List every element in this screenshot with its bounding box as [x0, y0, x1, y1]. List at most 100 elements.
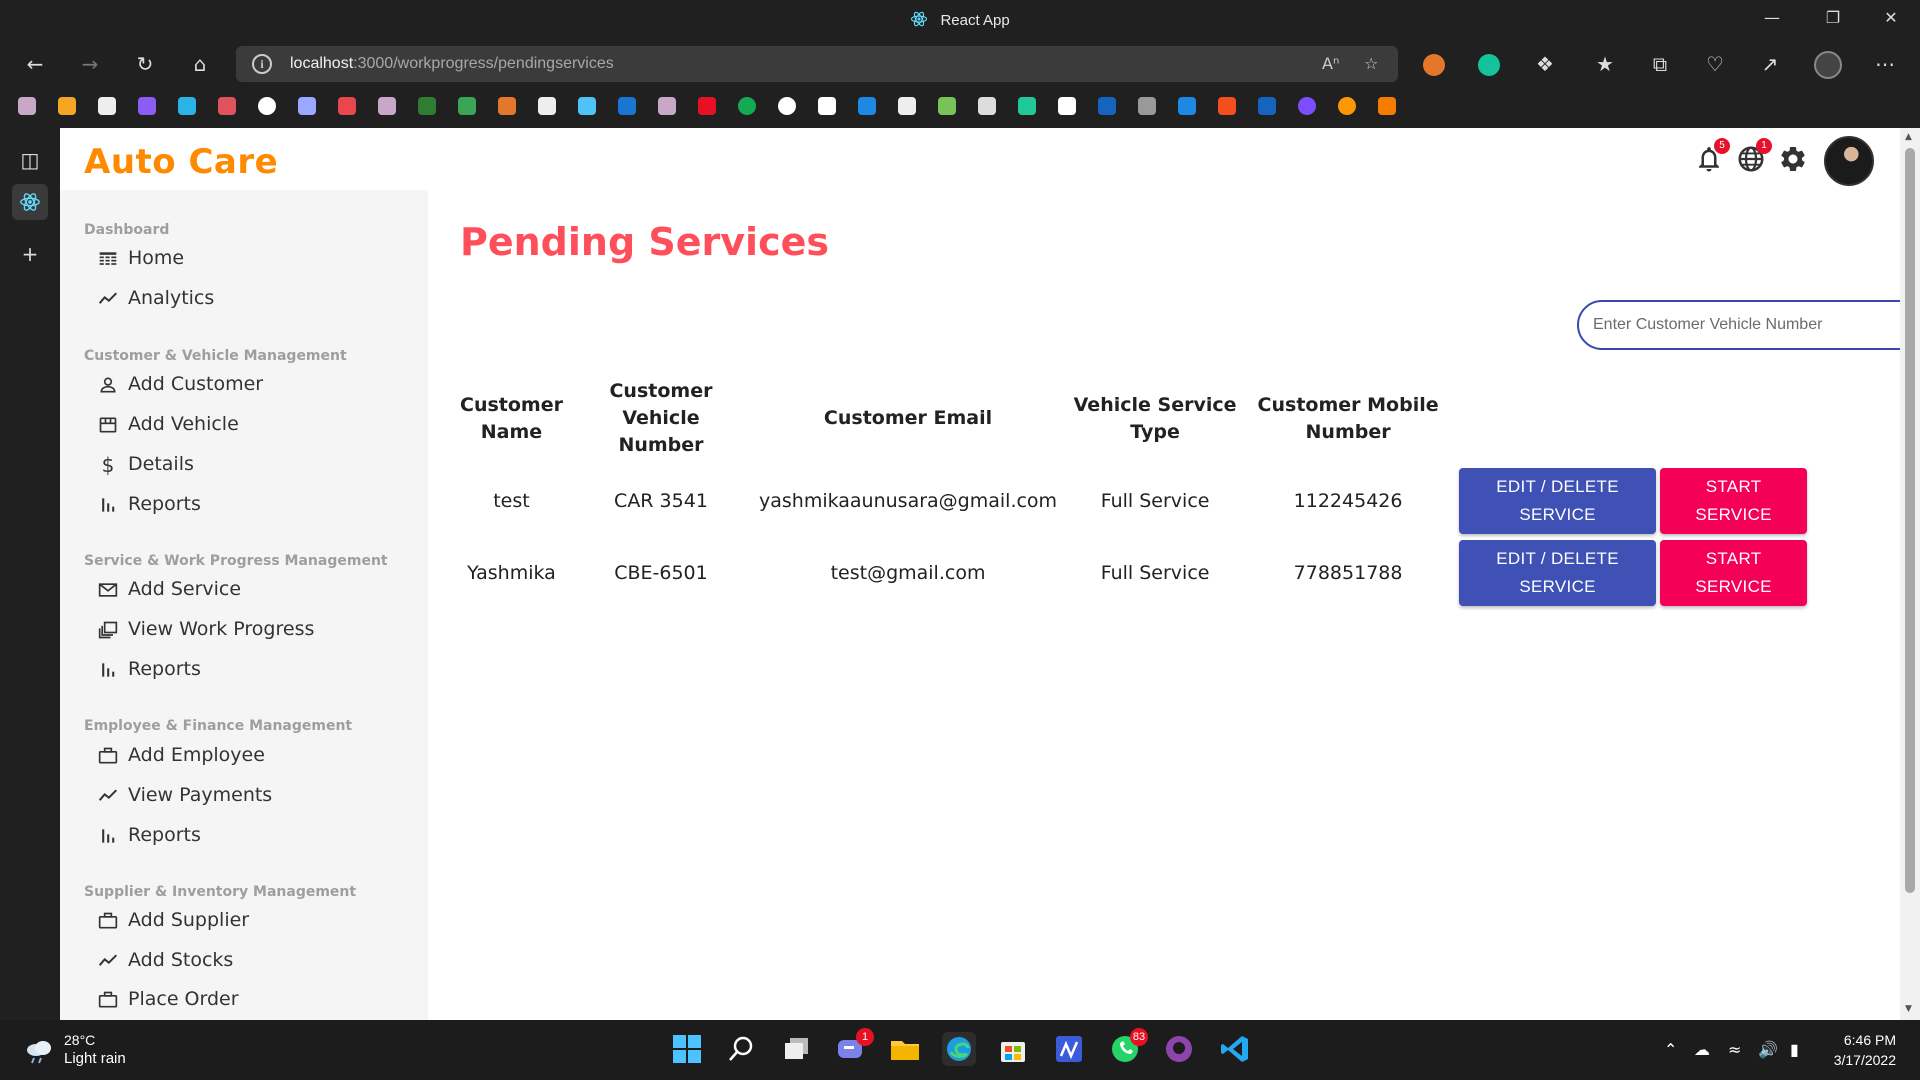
- page-scrollbar[interactable]: ▲ ▼: [1900, 128, 1920, 1020]
- cell-mobile-number: 112245426: [1293, 490, 1403, 512]
- wifi-icon[interactable]: ≈: [1728, 1040, 1741, 1059]
- volume-icon[interactable]: 🔊: [1758, 1040, 1778, 1059]
- microsoft-store-button[interactable]: [996, 1032, 1030, 1066]
- favorite-10-icon[interactable]: [378, 97, 396, 115]
- favorite-34-icon[interactable]: [1338, 97, 1356, 115]
- read-aloud-icon[interactable]: Aⁿ: [1322, 54, 1339, 73]
- onedrive-cloud-icon[interactable]: ☁: [1694, 1040, 1710, 1059]
- more-menu-icon[interactable]: ⋯: [1870, 50, 1900, 78]
- vscode-button[interactable]: [1218, 1032, 1252, 1066]
- task-view-button[interactable]: [780, 1032, 814, 1066]
- favorite-28-icon[interactable]: [1098, 97, 1116, 115]
- start-button[interactable]: [670, 1032, 704, 1066]
- figma-favorite-icon[interactable]: [1218, 97, 1236, 115]
- scroll-up-arrow-icon[interactable]: ▲: [1905, 132, 1912, 142]
- github-desktop-button[interactable]: [1162, 1032, 1196, 1066]
- favorite-17-icon[interactable]: [658, 97, 676, 115]
- favorite-23-icon[interactable]: [898, 97, 916, 115]
- col-header-line: Customer Mobile: [1257, 393, 1439, 416]
- battery-icon[interactable]: ▮: [1790, 1040, 1799, 1059]
- url-text[interactable]: localhost:3000/workprogress/pendingservi…: [290, 55, 614, 73]
- favorite-3-icon[interactable]: [98, 97, 116, 115]
- search-button[interactable]: [724, 1032, 758, 1066]
- edit-delete-service-button[interactable]: EDIT / DELETE SERVICE: [1459, 468, 1657, 534]
- forward-button[interactable]: →: [75, 50, 105, 78]
- favorite-25-icon[interactable]: [978, 97, 996, 115]
- edge-button[interactable]: [942, 1032, 976, 1066]
- refresh-button[interactable]: ↻: [130, 50, 160, 78]
- share-icon[interactable]: ↗: [1755, 50, 1785, 78]
- system-clock[interactable]: 6:46 PM 3/17/2022: [1834, 1030, 1896, 1070]
- favorite-29-icon[interactable]: [1138, 97, 1156, 115]
- home-button[interactable]: ⌂: [185, 50, 215, 78]
- android-favorite-icon[interactable]: [938, 97, 956, 115]
- address-bar[interactable]: i localhost:3000/workprogress/pendingser…: [236, 46, 1398, 82]
- close-window-button[interactable]: ✕: [1868, 8, 1914, 32]
- github-favorite-icon[interactable]: [778, 97, 796, 115]
- favorite-27-icon[interactable]: [1058, 97, 1076, 115]
- favorite-7-icon[interactable]: [258, 97, 276, 115]
- favorite-4-icon[interactable]: [138, 97, 156, 115]
- favorite-35-icon[interactable]: [1378, 97, 1396, 115]
- favorite-18-icon[interactable]: [698, 97, 716, 115]
- site-info-icon[interactable]: i: [252, 54, 272, 74]
- favorite-5-icon[interactable]: [178, 97, 196, 115]
- notifications-button[interactable]: 5: [1694, 138, 1730, 176]
- favorite-6-icon[interactable]: [218, 97, 236, 115]
- windows-logo-icon: [673, 1035, 701, 1063]
- brand-logo[interactable]: Auto Care: [84, 142, 278, 182]
- settings-button[interactable]: [1778, 144, 1810, 176]
- language-button[interactable]: 1: [1736, 138, 1772, 176]
- add-favorite-icon[interactable]: ☆: [1364, 54, 1378, 73]
- favorite-9-icon[interactable]: [338, 97, 356, 115]
- grammarly-icon[interactable]: [1478, 54, 1500, 76]
- favorite-13-icon[interactable]: [498, 97, 516, 115]
- favorite-14-icon[interactable]: [538, 97, 556, 115]
- profile-avatar[interactable]: [1814, 51, 1842, 79]
- vehicle-number-search-input[interactable]: [1577, 300, 1900, 350]
- favorite-22-icon[interactable]: [858, 97, 876, 115]
- collections-icon[interactable]: ⧉: [1645, 50, 1675, 78]
- app-ms-button[interactable]: [1052, 1032, 1086, 1066]
- sidebar-item-label: Home: [128, 247, 185, 269]
- scrollbar-thumb[interactable]: [1905, 148, 1915, 893]
- show-hidden-icons-chevron-icon[interactable]: ⌃: [1664, 1040, 1677, 1059]
- favorite-26-icon[interactable]: [1018, 97, 1036, 115]
- favorite-2-icon[interactable]: [58, 97, 76, 115]
- tab-actions-icon[interactable]: ◫: [12, 142, 48, 178]
- restore-button[interactable]: ❐: [1810, 8, 1856, 32]
- favorite-19-icon[interactable]: [738, 97, 756, 115]
- favorite-21-icon[interactable]: [818, 97, 836, 115]
- favorite-12-icon[interactable]: [458, 97, 476, 115]
- favorite-33-icon[interactable]: [1298, 97, 1316, 115]
- favorite-15-icon[interactable]: [578, 97, 596, 115]
- back-button[interactable]: ←: [20, 50, 50, 78]
- briefcase-icon: [98, 912, 118, 929]
- favorite-1-icon[interactable]: [18, 97, 36, 115]
- browser-essentials-icon[interactable]: ♡: [1700, 50, 1730, 78]
- favorite-11-icon[interactable]: [418, 97, 436, 115]
- col-header-line: Customer Vehicle: [609, 380, 713, 429]
- user-avatar[interactable]: [1824, 136, 1874, 186]
- favorite-32-icon[interactable]: [1258, 97, 1276, 115]
- table-row: Yashmika CBE-6501 test@gmail.com Full Se…: [452, 537, 1823, 609]
- teams-chat-button[interactable]: 1: [834, 1028, 874, 1066]
- favorites-icon[interactable]: ★: [1590, 50, 1620, 78]
- favorite-30-icon[interactable]: [1178, 97, 1196, 115]
- scroll-down-arrow-icon[interactable]: ▼: [1905, 1004, 1912, 1014]
- start-service-button[interactable]: START SERVICE: [1660, 540, 1808, 606]
- col-header-line: Name: [480, 420, 543, 443]
- edit-delete-service-button[interactable]: EDIT / DELETE SERVICE: [1459, 540, 1657, 606]
- active-tab-react-icon[interactable]: [12, 184, 48, 220]
- minimize-button[interactable]: —: [1749, 8, 1795, 32]
- extension-cookie-icon[interactable]: [1423, 54, 1445, 76]
- extensions-icon[interactable]: ❖: [1530, 50, 1560, 78]
- new-tab-icon[interactable]: +: [12, 236, 48, 272]
- file-explorer-button[interactable]: [888, 1032, 922, 1066]
- start-service-button[interactable]: START SERVICE: [1660, 468, 1808, 534]
- favorite-8-icon[interactable]: [298, 97, 316, 115]
- favorite-16-icon[interactable]: [618, 97, 636, 115]
- vscode-icon: [1221, 1036, 1248, 1062]
- edge-icon: [947, 1037, 971, 1061]
- whatsapp-button[interactable]: 83: [1108, 1028, 1148, 1066]
